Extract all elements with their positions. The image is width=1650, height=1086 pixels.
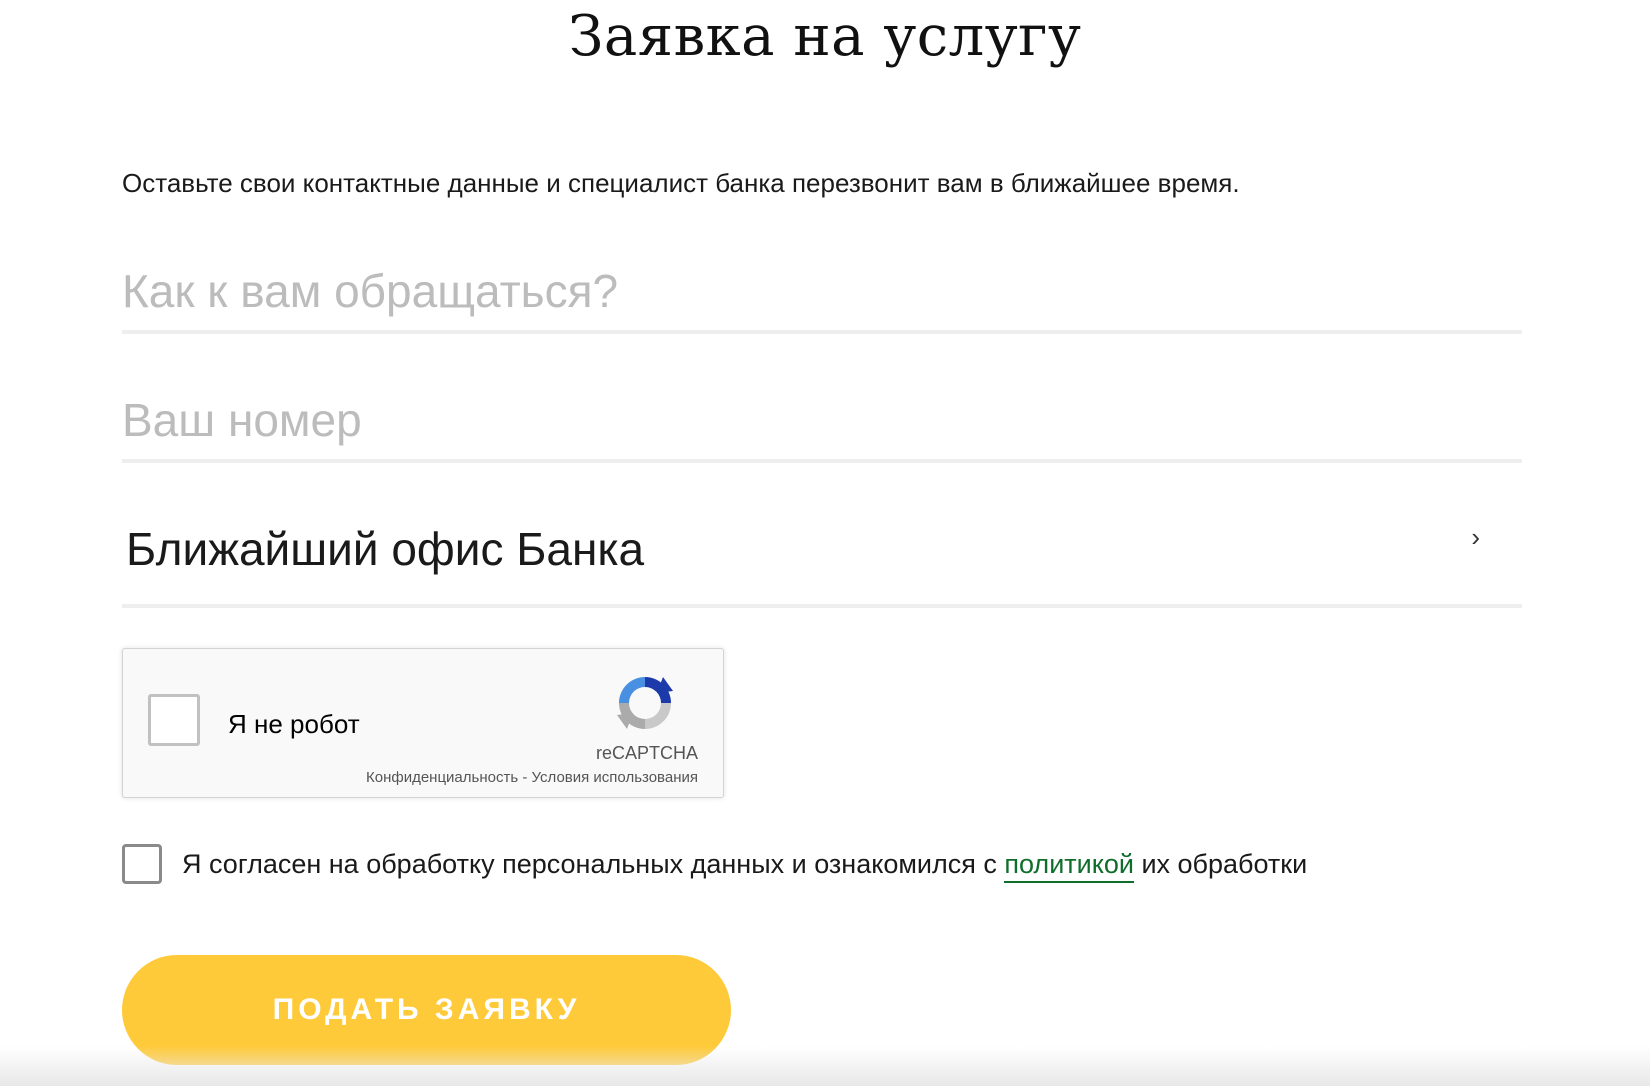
office-select-label: Ближайший офис Банка (126, 523, 645, 575)
page-title: Заявка на услугу (568, 4, 1082, 69)
recaptcha-logo-icon (617, 677, 673, 729)
recaptcha-links-separator: - (518, 769, 532, 786)
consent-text-after: их обработки (1133, 848, 1308, 879)
phone-field (122, 385, 1522, 463)
phone-input[interactable] (122, 385, 1522, 455)
consent-checkbox[interactable] (122, 844, 162, 884)
chevron-right-icon: › (1471, 522, 1480, 552)
consent-text: Я согласен на обработку персональных дан… (182, 848, 1308, 883)
name-field (122, 256, 1522, 334)
submit-button[interactable]: ПОДАТЬ ЗАЯВКУ (122, 955, 731, 1065)
recaptcha-privacy-link[interactable]: Конфиденциальность (366, 769, 518, 786)
form-subtitle: Оставьте свои контактные данные и специа… (122, 168, 1240, 198)
recaptcha-widget: Я не робот reCAPTCHA Конфиденциальность … (122, 648, 724, 798)
consent-row: Я согласен на обработку персональных дан… (122, 842, 1307, 886)
office-select[interactable]: Ближайший офис Банка › (122, 516, 1522, 608)
policy-link[interactable]: политикой (1004, 848, 1134, 883)
service-request-page: Заявка на услугу Оставьте свои контактны… (0, 0, 1650, 1086)
recaptcha-checkbox[interactable] (148, 694, 200, 746)
recaptcha-links: Конфиденциальность - Условия использован… (366, 769, 698, 786)
recaptcha-terms-link[interactable]: Условия использования (532, 769, 699, 786)
recaptcha-brand: reCAPTCHA (595, 743, 698, 763)
name-input[interactable] (122, 256, 1522, 326)
recaptcha-label: Я не робот (228, 709, 360, 739)
consent-text-before: Я согласен на обработку персональных дан… (182, 848, 1005, 879)
